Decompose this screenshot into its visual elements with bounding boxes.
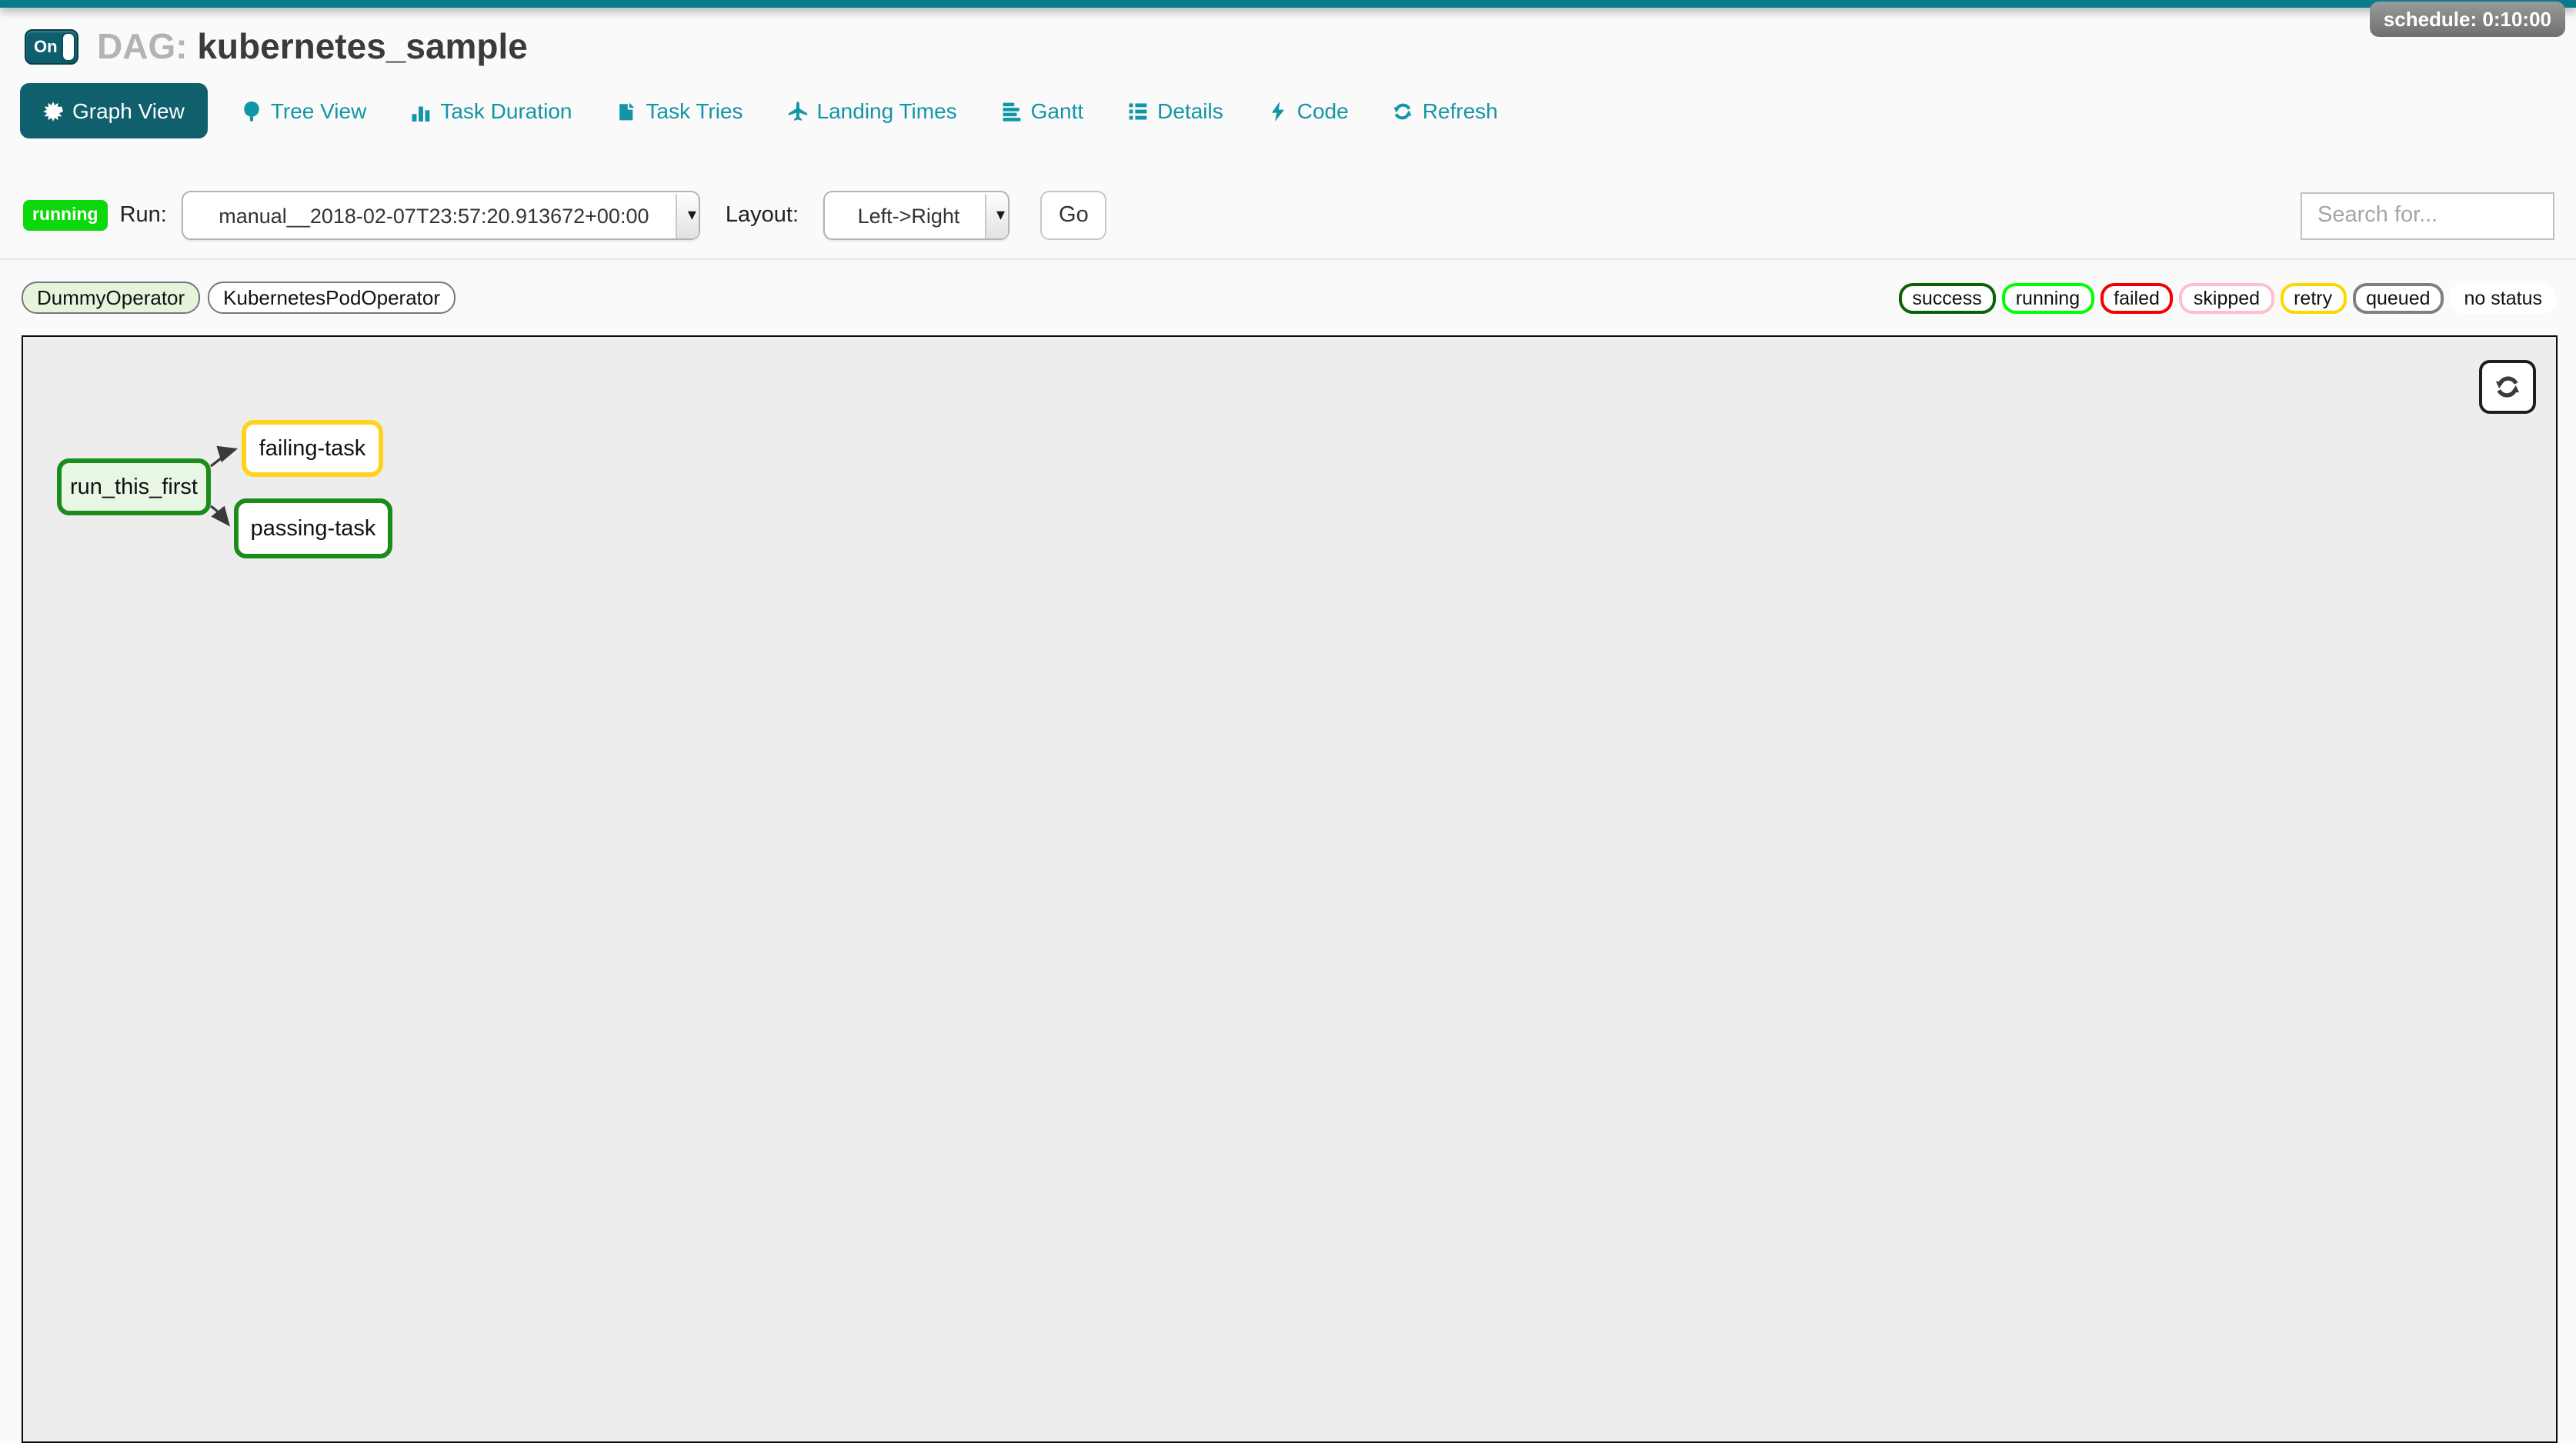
gantt-icon [1002,101,1022,121]
divider [0,258,2576,260]
tab-label: Task Tries [646,98,743,123]
operator-legend-dummy: DummyOperator [22,282,200,314]
tab-code[interactable]: Code [1268,98,1349,123]
top-accent-bar [0,0,2576,8]
state-pill-running: running [2002,282,2094,313]
run-label: Run: [120,203,167,228]
list-icon [1128,101,1148,121]
plane-icon [788,101,808,121]
dag-prefix-label: DAG: [97,26,188,66]
dag-name: kubernetes_sample [197,26,528,66]
page-title: DAG: kubernetes_sample [97,26,528,68]
refresh-icon [2494,374,2521,400]
tab-refresh[interactable]: Refresh [1393,98,1498,123]
legend-row: DummyOperator KubernetesPodOperator succ… [0,282,2576,314]
state-legend: success running failed skipped retry que… [1892,282,2556,313]
chart-page-icon [617,101,637,121]
tree-icon [242,101,262,121]
burst-icon [43,101,63,121]
bar-chart-icon [411,101,431,121]
state-pill-no-status: no status [2451,282,2556,313]
airflow-dag-page: On DAG: kubernetes_sample schedule: 0:10… [0,0,2576,1429]
task-node-passing-task[interactable]: passing-task [234,498,392,558]
layout-select[interactable]: Left->Right [823,191,1009,240]
toggle-knob [63,34,74,60]
tab-label: Details [1157,98,1223,123]
state-pill-skipped: skipped [2180,282,2274,313]
tab-tree-view[interactable]: Tree View [242,98,367,123]
tab-label: Refresh [1423,98,1498,123]
run-controls: running Run: manual__2018-02-07T23:57:20… [0,191,2576,240]
dag-on-off-toggle[interactable]: On [25,29,78,65]
dag-edges [23,337,2556,1441]
layout-label: Layout: [726,203,799,228]
tab-label: Landing Times [817,98,957,123]
toggle-on-label: On [34,38,58,56]
go-button[interactable]: Go [1040,191,1107,240]
refresh-icon [1393,101,1413,121]
tab-gantt[interactable]: Gantt [1002,98,1084,123]
state-pill-failed: failed [2100,282,2174,313]
dag-header: On DAG: kubernetes_sample schedule: 0:10… [0,8,2576,68]
operator-legend-kubernetespod: KubernetesPodOperator [208,282,455,314]
run-select[interactable]: manual__2018-02-07T23:57:20.913672+00:00 [182,191,701,240]
tab-label: Task Duration [440,98,572,123]
schedule-badge: schedule: 0:10:00 [2370,2,2565,37]
view-tabs: Graph View Tree View Task Duration Task … [0,83,2576,138]
dag-graph-canvas[interactable]: run_this_first failing-task passing-task [22,335,2558,1443]
tab-label: Tree View [271,98,367,123]
task-node-failing-task[interactable]: failing-task [242,420,383,477]
tab-label: Code [1297,98,1349,123]
tab-details[interactable]: Details [1128,98,1223,123]
tab-graph-view[interactable]: Graph View [20,83,208,138]
state-pill-queued: queued [2352,282,2444,313]
graph-refresh-button[interactable] [2479,360,2536,414]
tab-task-duration[interactable]: Task Duration [411,98,572,123]
tab-label: Gantt [1031,98,1084,123]
layout-select-wrap: Left->Right [823,191,1009,240]
tab-landing-times[interactable]: Landing Times [788,98,957,123]
state-pill-retry: retry [2280,282,2346,313]
task-node-run-this-first[interactable]: run_this_first [57,458,211,515]
state-pill-success: success [1898,282,1995,313]
tab-task-tries[interactable]: Task Tries [617,98,743,123]
tab-label: Graph View [72,98,185,123]
run-select-wrap: manual__2018-02-07T23:57:20.913672+00:00 [182,191,701,240]
search-input[interactable] [2301,192,2554,239]
dag-run-state-badge: running [23,200,108,231]
bolt-icon [1268,101,1288,121]
